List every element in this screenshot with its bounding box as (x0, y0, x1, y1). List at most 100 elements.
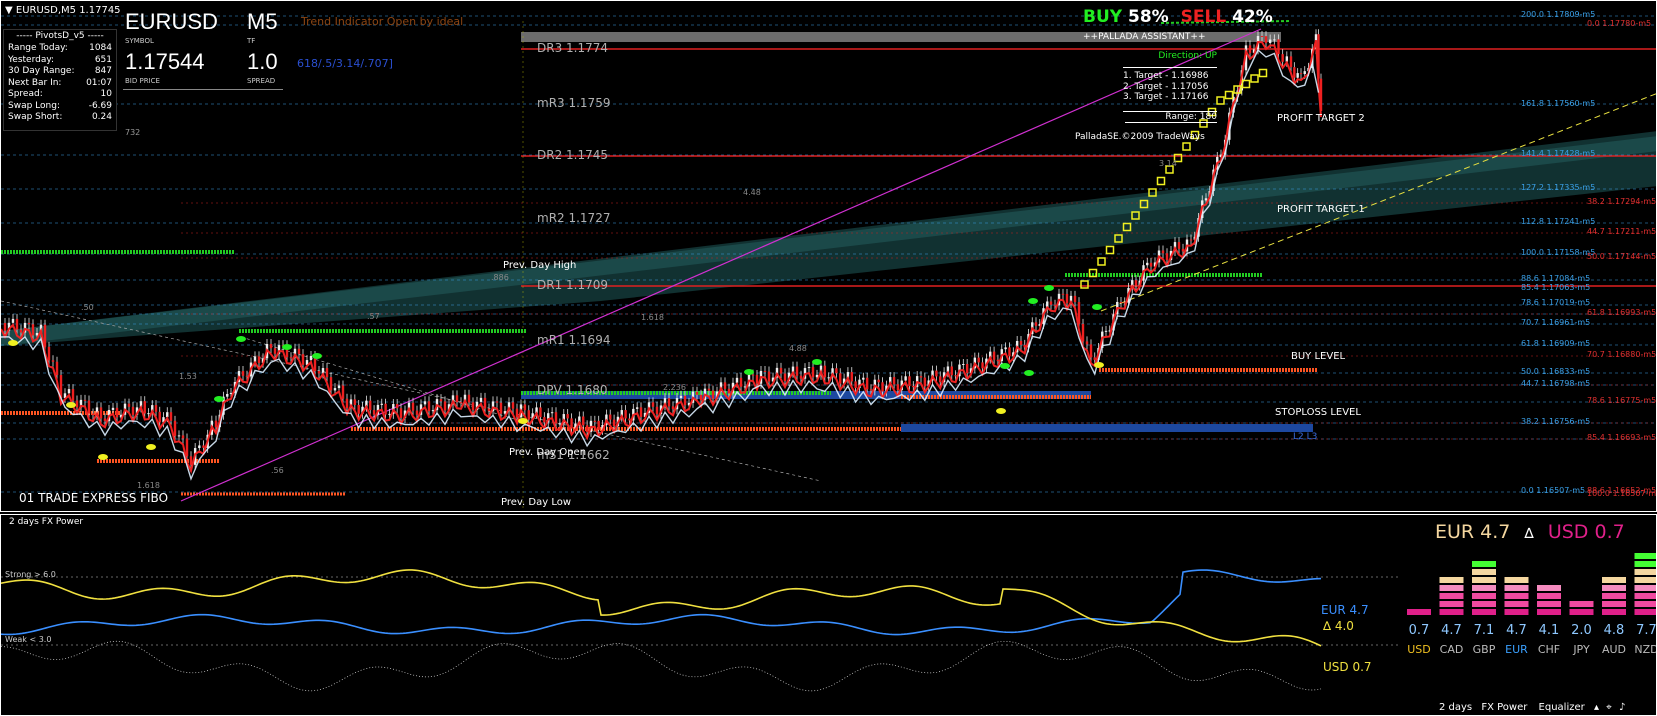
equalizer-bar-segment (1537, 601, 1561, 607)
equalizer-value-usd: 0.7 (1408, 623, 1430, 638)
candle-body (423, 401, 427, 405)
candle-body (1085, 341, 1089, 345)
candle-body (939, 376, 942, 383)
equalizer-bar-segment (1504, 593, 1529, 599)
strong-threshold-label: Strong > 6.0 (5, 570, 56, 579)
candle-body (333, 388, 337, 391)
candle-body (935, 370, 938, 377)
main-chart-window[interactable]: ▼ EURUSD,M5 1.17745 ----- PivotsD_v5 ---… (0, 0, 1657, 512)
candle-body (1104, 330, 1108, 332)
dropdown-arrow-icon[interactable]: ▼ (5, 5, 13, 16)
candle-body (1081, 323, 1085, 342)
candle-body (499, 402, 503, 414)
pair-strength-header: EUR 4.7 ∆ USD 0.7 (1435, 521, 1625, 543)
pivot-label: DR1 1.1709 (537, 278, 609, 292)
candle-body (297, 348, 301, 355)
info-row-label: Range Today: (8, 43, 68, 53)
candle-body (19, 329, 23, 333)
equalizer-bar-segment (1472, 601, 1496, 607)
info-row-label: 30 Day Range: (8, 66, 75, 76)
info-row: Spread: 10 (4, 89, 116, 101)
candle-body (487, 408, 491, 412)
candle-body (839, 373, 842, 384)
info-row-value: 651 (94, 54, 112, 65)
info-row: Swap Short: 0.24 (4, 112, 116, 124)
equalizer-bar-segment (1634, 585, 1656, 591)
candle-body (511, 402, 515, 409)
candle-body (1296, 73, 1299, 78)
signal-marker (1182, 142, 1191, 151)
candle-body (455, 395, 459, 403)
candle-body (554, 412, 558, 424)
candle-body (1073, 295, 1077, 303)
pallada-copyright: PalladaSE.©2009 TradeWays (1075, 132, 1205, 142)
crosshair-icon[interactable]: ⌖ (1606, 702, 1612, 713)
candle-body (127, 403, 131, 407)
equalizer-name-usd: USD (1407, 643, 1431, 656)
candle-body (185, 438, 189, 457)
music-note-icon[interactable]: ♪ (1619, 702, 1625, 713)
candle-body (273, 348, 277, 354)
equalizer-bar-segment (1472, 577, 1496, 583)
info-row-value: 10 (100, 89, 112, 99)
fibo-level-label: 100.0 1.16507-m5 (1587, 489, 1657, 498)
signal-marker (1224, 90, 1234, 100)
candle-body (269, 343, 273, 349)
candle-body (1181, 248, 1185, 252)
spread-caption: SPREAD (247, 77, 276, 85)
equalizer-bar-segment (1504, 601, 1529, 607)
fibo-level-label: 200.0 1.17809-m5 (1521, 10, 1596, 19)
fibo-level-label: 161.8 1.17560-m5 (1521, 99, 1596, 108)
candle-body (289, 357, 293, 359)
symbol-caption: SYMBOL (125, 37, 154, 45)
fibo-level-label: 38.2 1.17294-m5 (1587, 197, 1657, 206)
fibo-ratio-label: .57 (367, 312, 380, 321)
buy-signal-dot (744, 369, 754, 375)
fibo-ratio-label: .50 (81, 303, 94, 312)
fx-power-canvas[interactable] (1, 515, 1657, 716)
candle-body (767, 371, 771, 382)
equalizer-value-nzd: 7.7 (1636, 623, 1657, 638)
candle-body (755, 374, 759, 384)
buy-signal-dot (282, 344, 292, 350)
candle-body (593, 420, 597, 422)
buy-signal-dot (1024, 370, 1034, 376)
pivot-label: DR2 1.1745 (537, 148, 609, 162)
equalizer-bar-segment (1634, 561, 1656, 567)
candle-body (671, 406, 675, 410)
candle-body (329, 377, 333, 391)
buy-signal-dot (812, 359, 822, 365)
candle-body (83, 399, 87, 401)
candle-body (811, 367, 815, 378)
equalizer-value-cad: 4.7 (1441, 623, 1462, 638)
equalizer-bar-segment (1537, 609, 1561, 615)
equalizer-bar-segment (1439, 585, 1464, 591)
fibo-level-label: 50.0 1.17144-m5 (1587, 252, 1657, 261)
equalizer-bar-segment (1569, 601, 1594, 607)
symbol-panel: EURUSD SYMBOL M5 TF 1.17544 BID PRICE 1.… (123, 7, 283, 90)
triangle-up-icon[interactable]: ▴ (1594, 702, 1599, 713)
equalizer-value-eur: 4.7 (1506, 623, 1527, 638)
pallada-range: Range: 180 (1125, 112, 1217, 123)
candle-body (495, 401, 499, 403)
candle-body (977, 357, 980, 363)
candle-body (539, 407, 542, 418)
fib-ratios-label: 618/.5/3.14/.707] (297, 57, 393, 70)
candle-body (1281, 54, 1284, 62)
signal-marker (1105, 245, 1115, 255)
equalizer-bar-segment (1504, 609, 1529, 615)
candle-body (1053, 304, 1057, 306)
pallada-direction: Direction: UP (1158, 51, 1217, 61)
fx-power-window[interactable]: 2 days FX Power Strong > 6.0 Weak < 3.0 … (0, 514, 1657, 716)
candle-body (992, 351, 996, 360)
fibo-level-label: 78.6 1.17019-m5 (1521, 298, 1591, 307)
candle-body (415, 410, 419, 415)
candle-body (1289, 56, 1293, 68)
info-row-label: Swap Short: (8, 112, 63, 122)
prev-day-low-label: Prev. Day Low (501, 497, 572, 508)
candle-body (91, 413, 95, 416)
equalizer-name-cad: CAD (1439, 643, 1464, 656)
equalizer-bar-segment (1537, 593, 1561, 599)
candle-body (103, 418, 107, 422)
equalizer-bar-segment (1472, 585, 1496, 591)
